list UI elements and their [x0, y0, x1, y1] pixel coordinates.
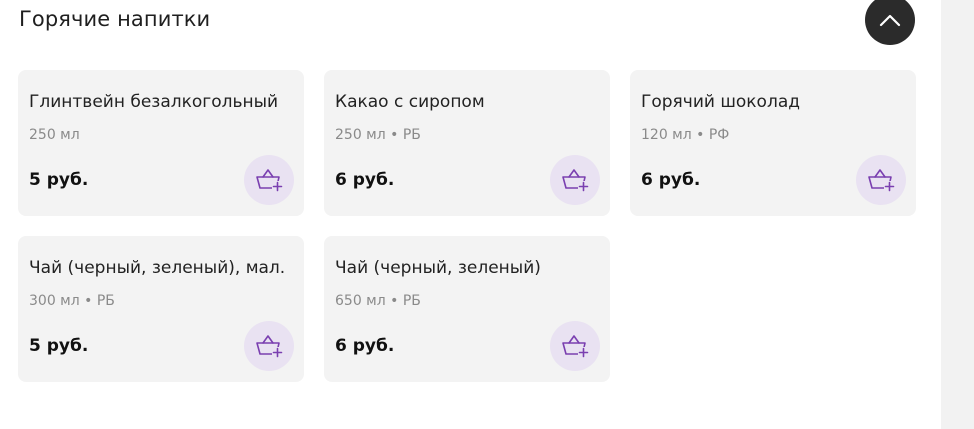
add-to-cart-button[interactable]	[856, 155, 906, 205]
product-card[interactable]: Глинтвейн безалкогольный 250 мл 5 руб.	[18, 70, 304, 216]
add-to-cart-button[interactable]	[244, 321, 294, 371]
add-to-cart-button[interactable]	[550, 155, 600, 205]
scrollbar-track[interactable]	[941, 0, 974, 429]
section-title: Горячие напитки	[19, 7, 211, 31]
basket-plus-icon	[256, 335, 283, 358]
product-name: Глинтвейн безалкогольный	[29, 92, 279, 112]
product-price: 5 руб.	[29, 170, 89, 190]
product-meta: 120 мл • РФ	[641, 127, 730, 143]
basket-plus-icon	[868, 169, 895, 192]
product-name: Какао с сиропом	[335, 92, 485, 112]
product-section: Горячие напитки Глинтвейн безалкогольный…	[0, 0, 974, 429]
product-name: Чай (черный, зеленый)	[335, 258, 541, 278]
product-name: Горячий шоколад	[641, 92, 800, 112]
product-meta: 250 мл	[29, 127, 80, 143]
product-price: 6 руб.	[335, 170, 395, 190]
product-card[interactable]: Чай (черный, зеленый) 650 мл • РБ 6 руб.	[324, 236, 610, 382]
product-price: 6 руб.	[641, 170, 701, 190]
product-meta: 300 мл • РБ	[29, 293, 115, 309]
product-meta: 250 мл • РБ	[335, 127, 421, 143]
product-meta: 650 мл • РБ	[335, 293, 421, 309]
collapse-section-button[interactable]	[865, 0, 915, 45]
product-card[interactable]: Чай (черный, зеленый), мал. 300 мл • РБ …	[18, 236, 304, 382]
add-to-cart-button[interactable]	[244, 155, 294, 205]
product-price: 6 руб.	[335, 336, 395, 356]
basket-plus-icon	[562, 335, 589, 358]
product-card[interactable]: Какао с сиропом 250 мл • РБ 6 руб.	[324, 70, 610, 216]
basket-plus-icon	[562, 169, 589, 192]
add-to-cart-button[interactable]	[550, 321, 600, 371]
product-name: Чай (черный, зеленый), мал.	[29, 258, 286, 278]
product-card[interactable]: Горячий шоколад 120 мл • РФ 6 руб.	[630, 70, 916, 216]
product-price: 5 руб.	[29, 336, 89, 356]
chevron-up-icon	[879, 14, 901, 27]
basket-plus-icon	[256, 169, 283, 192]
